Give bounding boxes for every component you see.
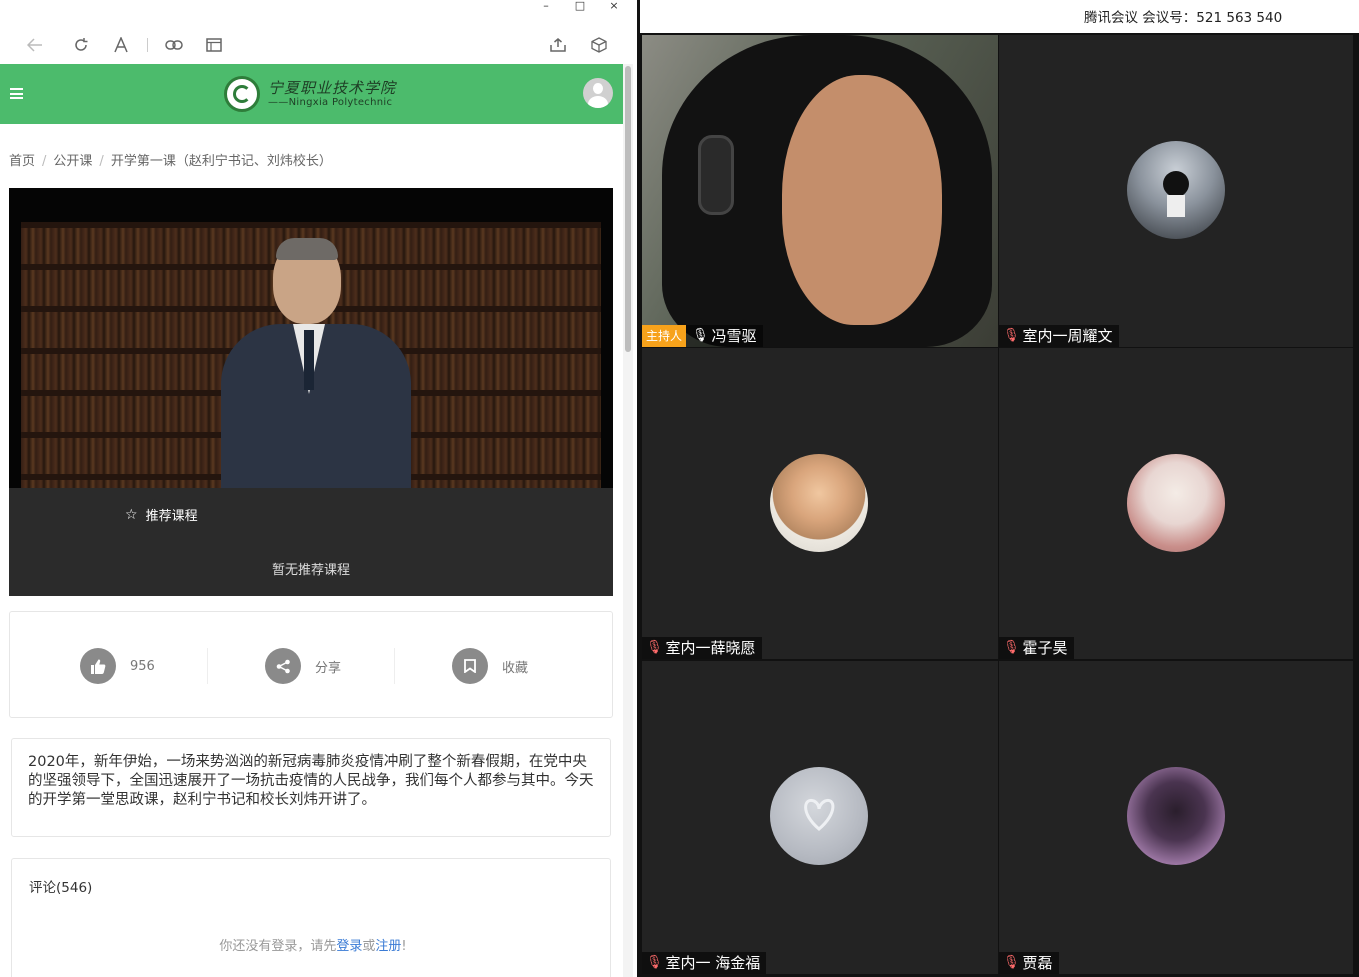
video-player[interactable] bbox=[9, 188, 613, 488]
microphone-icon: 🎙 bbox=[692, 328, 709, 343]
participant-tile[interactable]: 🎙 室内一薛晓愿 bbox=[642, 348, 998, 659]
participant-name: 室内一薛晓愿 bbox=[665, 639, 756, 657]
reader-icon[interactable] bbox=[203, 34, 225, 56]
recommend-empty-text: 暂无推荐课程 bbox=[271, 563, 350, 578]
breadcrumb: 首页 / 公开课 / 开学第一课（赵利宁书记、刘炜校长） bbox=[9, 150, 332, 169]
logo-subtitle: ——Ningxia Polytechnic bbox=[268, 97, 393, 108]
breadcrumb-separator: / bbox=[99, 154, 104, 169]
meeting-title: 腾讯会议 会议号：521 563 540 bbox=[1084, 10, 1283, 26]
participant-name: 霍子昊 bbox=[1022, 639, 1068, 657]
scrollbar-thumb[interactable] bbox=[625, 66, 631, 352]
close-icon[interactable]: × bbox=[597, 0, 631, 14]
microphone-muted-icon: 🎙 bbox=[1003, 955, 1020, 970]
minimize-icon[interactable]: – bbox=[529, 0, 563, 14]
microphone-muted-icon: 🎙 bbox=[1003, 328, 1020, 343]
breadcrumb-open-course[interactable]: 公开课 bbox=[53, 154, 92, 169]
video-grid: 主持人 🎙 冯雪驱 🎙 室内一周耀文 🎙 室内一薛晓愿 🎙 霍子昊 🎙 室内一 … bbox=[640, 33, 1359, 977]
site-header: 宁夏职业技术学院 ——Ningxia Polytechnic bbox=[0, 64, 623, 124]
participant-name-tag: 🎙 霍子昊 bbox=[999, 637, 1074, 659]
login-link[interactable]: 登录 bbox=[336, 939, 362, 954]
participant-avatar bbox=[1127, 141, 1225, 239]
logo-emblem-icon bbox=[224, 76, 260, 112]
like-count: 956 bbox=[130, 658, 155, 674]
participant-name-tag: 🎙 室内一薛晓愿 bbox=[642, 637, 762, 659]
window-controls: – □ × bbox=[529, 0, 631, 14]
thumbs-up-icon bbox=[80, 648, 116, 684]
link-icon[interactable] bbox=[163, 34, 185, 56]
participant-name: 室内一周耀文 bbox=[1022, 327, 1113, 345]
login-prompt: 你还没有登录，请先登录或注册! bbox=[12, 935, 614, 954]
participant-name-tag: 🎙 贾磊 bbox=[999, 952, 1059, 974]
breadcrumb-separator: / bbox=[42, 154, 47, 169]
share-nodes-icon bbox=[265, 648, 301, 684]
maximize-icon[interactable]: □ bbox=[563, 0, 597, 14]
action-bar: 956 分享 收藏 bbox=[9, 611, 613, 718]
browser-window: – □ × 宁夏职业技术学院 ——Ningxia Polytechnic 首页 … bbox=[0, 0, 637, 977]
share-label: 分享 bbox=[315, 660, 342, 676]
font-icon[interactable] bbox=[110, 34, 132, 56]
browser-toolbar bbox=[0, 30, 637, 60]
participant-avatar bbox=[770, 767, 868, 865]
comments-section: 评论(546) 你还没有登录，请先登录或注册! bbox=[11, 858, 611, 977]
user-avatar[interactable] bbox=[583, 78, 613, 108]
course-description: 2020年，新年伊始，一场来势汹汹的新冠病毒肺炎疫情冲刷了整个新春假期，在党中央… bbox=[11, 738, 611, 837]
action-divider bbox=[394, 648, 395, 684]
login-prompt-or: 或 bbox=[362, 939, 376, 954]
back-icon[interactable] bbox=[24, 34, 46, 56]
toolbar-separator bbox=[147, 38, 148, 52]
action-divider bbox=[207, 648, 208, 684]
participant-name: 冯雪驱 bbox=[711, 327, 757, 345]
meeting-window: 腾讯会议 会议号：521 563 540 主持人 🎙 冯雪驱 🎙 室内一周耀文 … bbox=[640, 0, 1359, 977]
recommend-header: ☆ 推荐课程 bbox=[125, 505, 198, 525]
participant-name: 贾磊 bbox=[1022, 954, 1053, 972]
participant-name-tag: 🎙 室内一 海金福 bbox=[642, 952, 767, 974]
microphone-muted-icon: 🎙 bbox=[1003, 640, 1020, 655]
recommend-panel: ☆ 推荐课程 暂无推荐课程 bbox=[9, 488, 613, 596]
participant-tile[interactable]: 🎙 贾磊 bbox=[999, 661, 1353, 974]
microphone-muted-icon: 🎙 bbox=[646, 640, 663, 655]
participant-tile-host[interactable]: 主持人 🎙 冯雪驱 bbox=[642, 35, 998, 347]
participant-tile[interactable]: 🎙 室内一周耀文 bbox=[999, 35, 1353, 347]
recommend-title: 推荐课程 bbox=[145, 509, 198, 524]
share-icon[interactable] bbox=[547, 34, 569, 56]
share-button[interactable]: 分享 bbox=[265, 648, 341, 684]
logo-title: 宁夏职业技术学院 bbox=[268, 79, 397, 97]
favorite-button[interactable]: 收藏 bbox=[452, 648, 528, 684]
breadcrumb-home[interactable]: 首页 bbox=[9, 154, 35, 169]
screen: – □ × 宁夏职业技术学院 ——Ningxia Polytechnic 首页 … bbox=[0, 0, 1359, 977]
menu-icon[interactable] bbox=[10, 88, 23, 99]
participant-avatar bbox=[1127, 767, 1225, 865]
participant-tile[interactable]: 🎙 霍子昊 bbox=[999, 348, 1353, 659]
participant-name-tag: 🎙 室内一周耀文 bbox=[999, 325, 1119, 347]
microphone-muted-icon: 🎙 bbox=[646, 955, 663, 970]
host-badge: 主持人 bbox=[642, 325, 687, 347]
camera-feed bbox=[642, 35, 998, 347]
refresh-icon[interactable] bbox=[70, 34, 92, 56]
cube-icon[interactable] bbox=[588, 34, 610, 56]
speaker-image bbox=[221, 238, 411, 488]
star-icon: ☆ bbox=[125, 506, 138, 523]
bookmark-icon bbox=[452, 648, 488, 684]
breadcrumb-current: 开学第一课（赵利宁书记、刘炜校长） bbox=[110, 154, 332, 169]
like-button[interactable]: 956 bbox=[80, 648, 155, 684]
participant-avatar bbox=[770, 454, 868, 552]
participant-name: 室内一 海金福 bbox=[665, 954, 761, 972]
favorite-label: 收藏 bbox=[502, 660, 529, 676]
register-link[interactable]: 注册 bbox=[375, 939, 401, 954]
login-prompt-suffix: ! bbox=[401, 939, 407, 954]
page-scrollbar[interactable] bbox=[623, 64, 633, 977]
comments-title: 评论(546) bbox=[29, 880, 93, 896]
participant-tile[interactable]: 🎙 室内一 海金福 bbox=[642, 661, 998, 974]
login-prompt-text: 你还没有登录，请先 bbox=[219, 939, 337, 954]
participant-name-tag: 主持人 🎙 冯雪驱 bbox=[642, 325, 763, 347]
site-logo[interactable]: 宁夏职业技术学院 ——Ningxia Polytechnic bbox=[224, 76, 396, 112]
participant-avatar bbox=[1127, 454, 1225, 552]
